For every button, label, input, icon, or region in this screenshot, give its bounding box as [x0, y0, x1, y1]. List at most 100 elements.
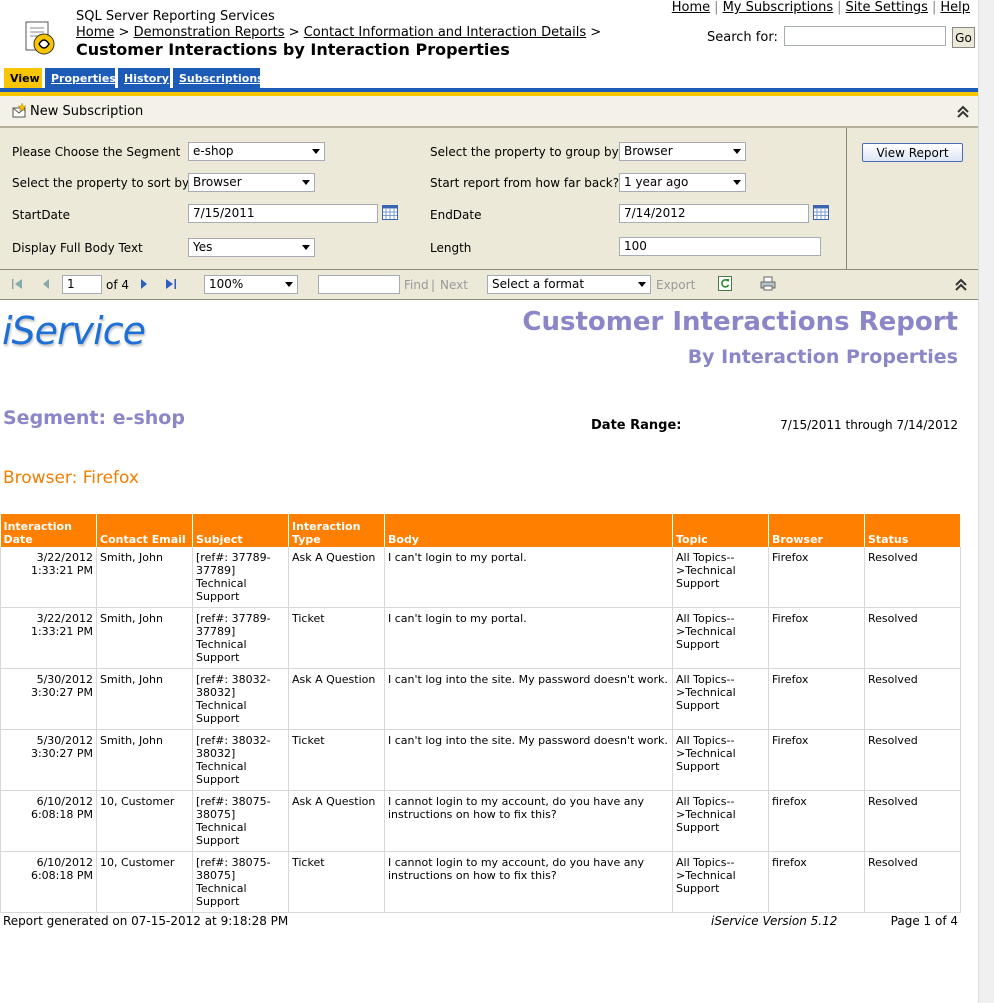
cell-subject: [ref#: 37789-37789] Technical Support — [192, 607, 289, 669]
table-row: 3/22/2012 1:33:21 PM Smith, John [ref#: … — [0, 607, 961, 669]
tab-subscriptions[interactable]: Subscriptions — [173, 68, 264, 88]
column-header: Browser — [768, 514, 865, 547]
table-header-row: Interaction Date Contact Email Subject I… — [0, 514, 961, 547]
cell-subject: [ref#: 38032-38032] Technical Support — [192, 668, 289, 730]
zoom-select[interactable]: 100% — [204, 275, 298, 294]
groupby-label: Select the property to group by — [430, 145, 619, 159]
cell-type: Ask A Question — [288, 547, 385, 608]
report-generated-footer: Report generated on 07-15-2012 at 9:18:2… — [3, 914, 289, 928]
cell-status: Resolved — [864, 607, 961, 669]
cell-browser: Firefox — [768, 729, 865, 791]
find-link[interactable]: Find — [404, 278, 429, 292]
iservice-logo: iService — [2, 309, 146, 353]
vertical-scrollbar[interactable] — [978, 0, 994, 1003]
cell-topic: All Topics-->Technical Support — [672, 547, 769, 608]
breadcrumb-contact-information[interactable]: Contact Information and Interaction Deta… — [304, 25, 586, 40]
page-number-input[interactable]: 1 — [62, 275, 102, 294]
print-icon[interactable] — [760, 276, 776, 291]
column-header: Interaction Type — [288, 514, 385, 547]
top-link-separator: | — [714, 0, 719, 15]
collapse-chevron-icon[interactable] — [954, 278, 968, 292]
tab-view[interactable]: View — [4, 68, 42, 88]
next-link[interactable]: Next — [440, 278, 468, 292]
cell-contact: Smith, John — [96, 547, 193, 608]
startdate-label: StartDate — [12, 208, 70, 222]
date-range-label: Date Range: — [591, 418, 682, 433]
cell-contact: Smith, John — [96, 668, 193, 730]
zoom-select-value: 100% — [209, 277, 244, 291]
table-row: 6/10/2012 6:08:18 PM 10, Customer [ref#:… — [0, 851, 961, 913]
dropdown-arrow-icon — [312, 149, 320, 154]
top-link-site-settings[interactable]: Site Settings — [846, 0, 928, 15]
view-report-button[interactable]: View Report — [862, 143, 963, 162]
segment-select-value: e-shop — [193, 144, 234, 158]
cell-body: I can't login to my portal. — [384, 607, 673, 669]
find-input[interactable] — [318, 275, 400, 294]
breadcrumb-demonstration-reports[interactable]: Demonstration Reports — [134, 25, 285, 40]
header: SQL Server Reporting Services Home > Dem… — [0, 0, 978, 68]
export-format-select[interactable]: Select a format — [487, 275, 651, 294]
sort-select-value: Browser — [193, 175, 242, 189]
tab-bar: View Properties History Subscriptions — [0, 68, 978, 89]
breadcrumb: Home > Demonstration Reports > Contact I… — [76, 25, 601, 40]
top-link-my-subscriptions[interactable]: My Subscriptions — [723, 0, 834, 15]
last-page-icon[interactable] — [165, 278, 177, 290]
top-link-separator: | — [837, 0, 842, 15]
new-subscription-link[interactable]: New Subscription — [30, 104, 143, 119]
search-input[interactable] — [784, 26, 946, 46]
calendar-icon[interactable] — [813, 205, 829, 220]
date-range-value: 7/15/2011 through 7/14/2012 — [780, 418, 958, 432]
tab-properties[interactable]: Properties — [45, 68, 116, 88]
segment-select[interactable]: e-shop — [188, 142, 325, 161]
breadcrumb-separator: > — [118, 25, 130, 40]
collapse-chevron-icon[interactable] — [956, 105, 970, 119]
tab-history[interactable]: History — [118, 68, 170, 88]
export-link[interactable]: Export — [656, 278, 695, 292]
next-page-icon[interactable] — [138, 278, 150, 290]
dropdown-arrow-icon — [302, 180, 310, 185]
new-subscription-icon[interactable] — [11, 103, 27, 119]
cell-status: Resolved — [864, 547, 961, 608]
groupby-select[interactable]: Browser — [619, 142, 746, 161]
howfar-label: Start report from how far back? — [430, 176, 620, 190]
calendar-icon[interactable] — [382, 205, 398, 220]
column-header: Topic — [672, 514, 769, 547]
parameters-panel: Please Choose the Segment e-shop Select … — [0, 128, 978, 269]
howfar-select[interactable]: 1 year ago — [619, 173, 746, 192]
dropdown-arrow-icon — [638, 282, 646, 287]
sort-select[interactable]: Browser — [188, 173, 315, 192]
go-button[interactable]: Go — [952, 27, 975, 48]
dropdown-arrow-icon — [302, 245, 310, 250]
enddate-label: EndDate — [430, 208, 482, 222]
table-row: 5/30/2012 3:30:27 PM Smith, John [ref#: … — [0, 668, 961, 730]
cell-browser: firefox — [768, 851, 865, 913]
page-count-label: of 4 — [106, 278, 130, 292]
refresh-icon[interactable] — [718, 276, 732, 291]
length-input[interactable]: 100 — [619, 237, 821, 256]
first-page-icon[interactable] — [11, 278, 23, 290]
cell-subject: [ref#: 37789-37789] Technical Support — [192, 547, 289, 608]
column-header: Subject — [192, 514, 289, 547]
dropdown-arrow-icon — [733, 180, 741, 185]
cell-browser: Firefox — [768, 547, 865, 608]
group-heading: Browser: Firefox — [3, 468, 139, 488]
cell-status: Resolved — [864, 668, 961, 730]
breadcrumb-home[interactable]: Home — [76, 25, 114, 40]
cell-body: I can't login to my portal. — [384, 547, 673, 608]
cell-date: 3/22/2012 1:33:21 PM — [0, 607, 97, 669]
cell-date: 6/10/2012 6:08:18 PM — [0, 851, 97, 913]
column-header: Interaction Date — [0, 514, 97, 547]
export-format-value: Select a format — [492, 277, 585, 291]
top-link-help[interactable]: Help — [940, 0, 970, 15]
top-link-separator: | — [931, 0, 937, 15]
sort-label: Select the property to sort by — [12, 176, 190, 190]
enddate-input[interactable]: 7/14/2012 — [619, 204, 809, 223]
previous-page-icon[interactable] — [40, 278, 52, 290]
fullbody-select[interactable]: Yes — [188, 238, 315, 257]
top-link-home[interactable]: Home — [672, 0, 710, 15]
interactions-table: Interaction Date Contact Email Subject I… — [0, 514, 961, 913]
search-label: Search for: — [707, 30, 778, 45]
cell-body: I cannot login to my account, do you hav… — [384, 790, 673, 852]
startdate-input[interactable]: 7/15/2011 — [188, 204, 378, 223]
cell-contact: Smith, John — [96, 729, 193, 791]
